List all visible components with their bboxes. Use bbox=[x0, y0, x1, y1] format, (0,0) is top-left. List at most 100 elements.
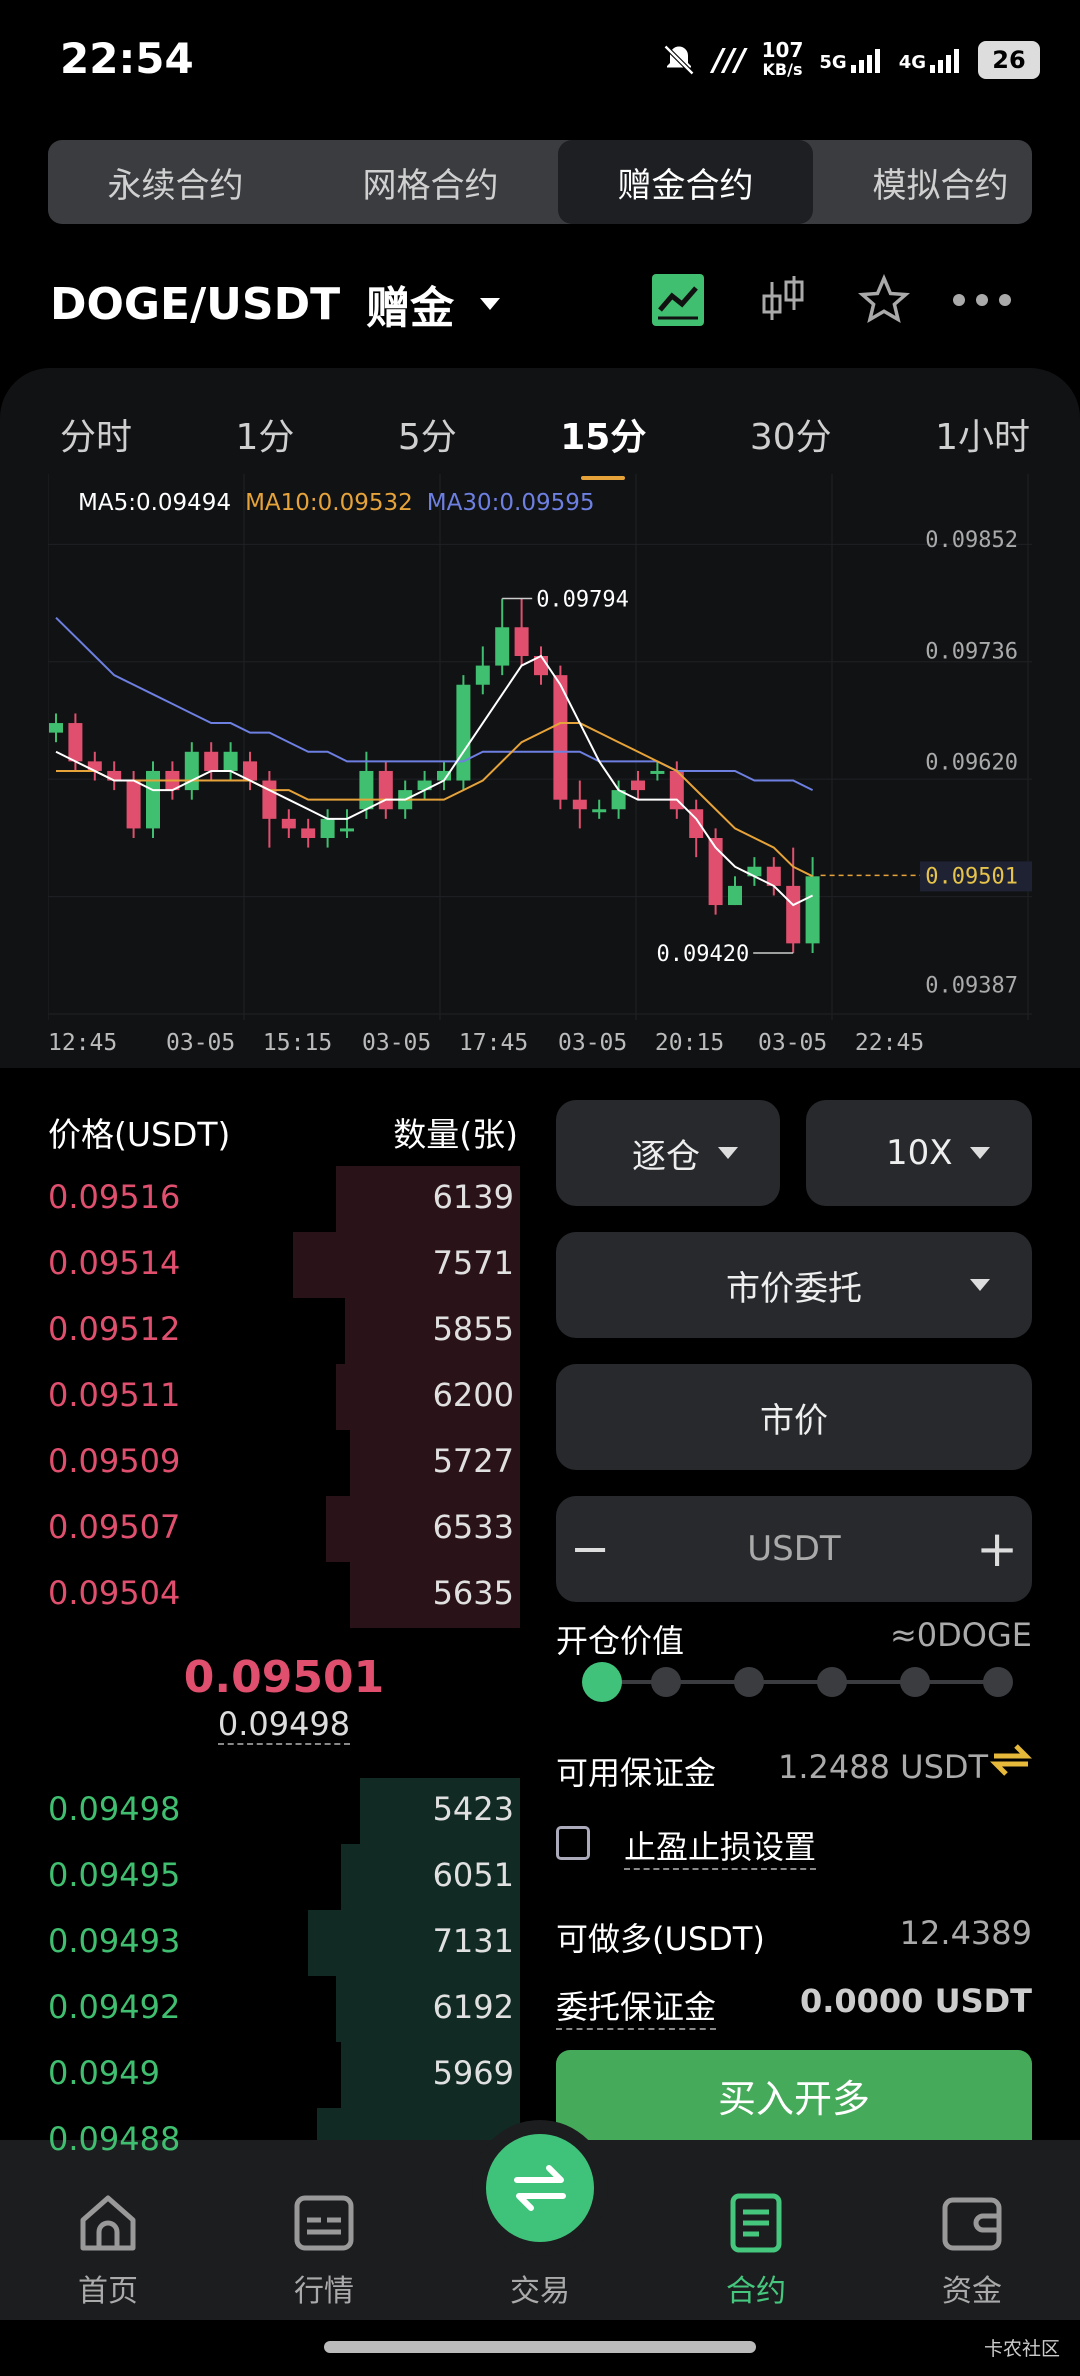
signal-4g-icon: 4G bbox=[899, 47, 962, 73]
candle-body bbox=[68, 723, 83, 762]
ask-row[interactable]: 0.09511 6200 bbox=[48, 1364, 520, 1430]
margin-mode-select[interactable]: 逐仓 bbox=[556, 1100, 780, 1206]
ask-row[interactable]: 0.09514 7571 bbox=[48, 1232, 520, 1298]
trade-swap-button[interactable] bbox=[486, 2134, 594, 2242]
ask-row[interactable]: 0.09507 6533 bbox=[48, 1496, 520, 1562]
order-type-select[interactable]: 市价委托 bbox=[556, 1232, 1032, 1338]
pair-badge: 赠金 bbox=[366, 283, 455, 334]
candle-body bbox=[126, 780, 141, 829]
leverage-select[interactable]: 10X bbox=[806, 1100, 1032, 1206]
home-indicator[interactable] bbox=[324, 2341, 756, 2353]
nav-home[interactable]: 首页 bbox=[8, 2140, 208, 2320]
watermark: 卡农社区 bbox=[983, 2338, 1060, 2360]
candle-body bbox=[456, 684, 471, 781]
ask-price: 0.09511 bbox=[48, 1376, 181, 1414]
ask-qty: 6139 bbox=[432, 1178, 514, 1216]
ask-qty: 5635 bbox=[432, 1574, 514, 1612]
tab-perpetual[interactable]: 永续合约 bbox=[48, 140, 303, 224]
ma30-label: MA30:0.09595 bbox=[426, 490, 595, 516]
bid-qty: 7131 bbox=[432, 1922, 514, 1960]
tpsl-label[interactable]: 止盈止损设置 bbox=[624, 1822, 817, 1870]
bid-row[interactable]: 0.09495 6051 bbox=[48, 1844, 520, 1910]
nav-assets[interactable]: 资金 bbox=[872, 2140, 1072, 2320]
slider-dot-80[interactable] bbox=[900, 1667, 930, 1697]
last-price: 0.09501 bbox=[183, 1652, 385, 1703]
ask-price: 0.09504 bbox=[48, 1574, 181, 1612]
margin-mode-value: 逐仓 bbox=[632, 1136, 700, 1177]
minus-icon[interactable]: − bbox=[570, 1521, 610, 1577]
chevron-down-icon bbox=[480, 298, 501, 310]
mark-price[interactable]: 0.09498 bbox=[217, 1705, 351, 1745]
ask-row[interactable]: 0.09504 5635 bbox=[48, 1562, 520, 1628]
bid-row[interactable]: 0.0949 5969 bbox=[48, 2042, 520, 2108]
ask-qty: 5855 bbox=[432, 1310, 514, 1348]
candle-body bbox=[359, 770, 374, 810]
ma-legend: MA5:0.09494 MA10:0.09532 MA30:0.09595 bbox=[78, 490, 595, 516]
ask-row[interactable]: 0.09516 6139 bbox=[48, 1166, 520, 1232]
mid-price-block: 0.09501 0.09498 bbox=[48, 1652, 520, 1745]
nav-contract[interactable]: 合约 bbox=[656, 2140, 856, 2320]
nav-assets-label: 资金 bbox=[942, 2274, 1002, 2309]
pair-selector[interactable]: DOGE/USDT 赠金 bbox=[50, 272, 501, 336]
amount-slider[interactable] bbox=[582, 1662, 1013, 1702]
candle-body bbox=[631, 780, 645, 791]
slider-dot-40[interactable] bbox=[734, 1667, 764, 1697]
transfer-icon[interactable] bbox=[989, 1740, 1033, 1784]
ma10-line bbox=[56, 722, 814, 878]
tab-1m[interactable]: 1分 bbox=[225, 400, 304, 468]
order-margin-label[interactable]: 委托保证金 bbox=[556, 1982, 717, 2030]
more-icon[interactable] bbox=[952, 272, 1012, 328]
line-chart-toggle-icon[interactable] bbox=[650, 272, 706, 328]
tab-timeline[interactable]: 分时 bbox=[50, 400, 142, 468]
bid-row[interactable]: 0.09492 6192 bbox=[48, 1976, 520, 2042]
tab-5m[interactable]: 5分 bbox=[388, 400, 467, 468]
bid-qty: 5423 bbox=[432, 1790, 514, 1828]
candle-body bbox=[786, 885, 801, 944]
net-speed: 107 KB/s bbox=[762, 40, 804, 80]
nav-home-label: 首页 bbox=[78, 2274, 138, 2309]
price-field[interactable]: 市价 bbox=[556, 1364, 1032, 1470]
slider-dot-100[interactable] bbox=[983, 1667, 1013, 1697]
ma10-label: MA10:0.09532 bbox=[245, 490, 413, 516]
low-price-label: 0.09420 bbox=[656, 942, 749, 967]
ask-price: 0.09507 bbox=[48, 1508, 181, 1546]
pair-symbol: DOGE/USDT bbox=[50, 278, 341, 330]
amount-field[interactable]: − USDT + bbox=[556, 1496, 1032, 1602]
nav-market[interactable]: 行情 bbox=[224, 2140, 424, 2320]
bid-row[interactable]: 0.09493 7131 bbox=[48, 1910, 520, 1976]
bid-qty: 5969 bbox=[432, 2054, 514, 2092]
tpsl-checkbox[interactable] bbox=[556, 1826, 590, 1860]
y-tick-label: 0.09620 bbox=[925, 750, 1018, 775]
ask-price: 0.09516 bbox=[48, 1178, 181, 1216]
candle-body bbox=[805, 876, 820, 944]
tab-demo[interactable]: 模拟合约 bbox=[813, 140, 1032, 224]
amount-unit: USDT bbox=[747, 1529, 841, 1569]
x-tick-label: 12:45 bbox=[48, 1030, 118, 1056]
order-margin-value: 0.0000 USDT bbox=[799, 1982, 1032, 2020]
ask-row[interactable]: 0.09512 5855 bbox=[48, 1298, 520, 1364]
tab-30m[interactable]: 30分 bbox=[740, 400, 842, 468]
chevron-down-icon bbox=[970, 1279, 990, 1291]
market-icon bbox=[294, 2195, 354, 2251]
candlestick-icon[interactable] bbox=[754, 272, 810, 328]
tab-1h[interactable]: 1小时 bbox=[925, 400, 1040, 468]
chevron-down-icon bbox=[970, 1147, 990, 1159]
tab-bonus[interactable]: 赠金合约 bbox=[558, 140, 813, 224]
time-tabs: 分时 1分 5分 15分 30分 1小时 bbox=[50, 400, 1040, 468]
slider-dot-20[interactable] bbox=[651, 1667, 681, 1697]
plus-icon[interactable]: + bbox=[976, 1520, 1018, 1578]
candle-body bbox=[592, 809, 607, 813]
candlestick-chart[interactable]: 0.09852 0.09736 0.09620 0.09501 0.09387 0.097… bbox=[48, 474, 1032, 1022]
slider-dot-0[interactable] bbox=[582, 1662, 622, 1702]
ask-qty: 5727 bbox=[432, 1442, 514, 1480]
slider-dot-60[interactable] bbox=[817, 1667, 847, 1697]
ask-row[interactable]: 0.09509 5727 bbox=[48, 1430, 520, 1496]
tab-grid[interactable]: 网格合约 bbox=[303, 140, 558, 224]
candle-body bbox=[320, 818, 335, 838]
bid-row[interactable]: 0.09498 5423 bbox=[48, 1778, 520, 1844]
max-long-label: 可做多(USDT) bbox=[556, 1920, 765, 1958]
candle-body bbox=[301, 828, 316, 838]
star-icon[interactable] bbox=[856, 272, 912, 328]
y-tick-label: 0.09501 bbox=[925, 864, 1018, 889]
tab-15m[interactable]: 15分 bbox=[550, 400, 656, 468]
